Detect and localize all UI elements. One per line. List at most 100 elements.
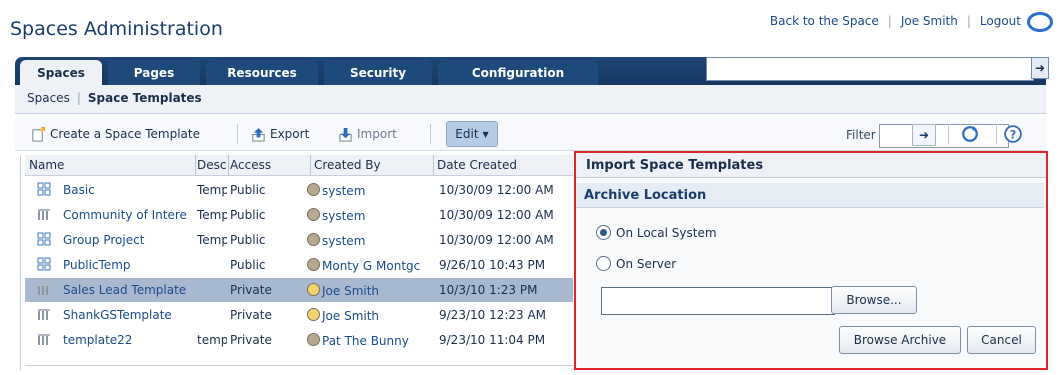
column-header-access[interactable]: Access	[230, 158, 271, 172]
column-divider[interactable]	[310, 155, 311, 175]
logout-link[interactable]: Logout	[980, 14, 1021, 28]
column-header-name[interactable]: Name	[29, 158, 64, 172]
template-name[interactable]: template22	[63, 333, 195, 347]
created-by-link[interactable]: system	[307, 183, 435, 198]
chevron-down-icon: ▼	[482, 129, 489, 139]
created-by-link[interactable]: Pat The Bunny	[307, 333, 435, 348]
date-created: 10/3/10 1:23 PM	[439, 283, 538, 297]
smiley-user-icon	[307, 308, 320, 321]
back-to-space-link[interactable]: Back to the Space	[770, 14, 879, 28]
column-header-desc[interactable]: Desc	[197, 158, 229, 172]
template-bars-icon	[38, 209, 50, 220]
edit-label: Edit	[455, 127, 479, 141]
create-template-icon	[32, 126, 46, 142]
template-grid-icon	[37, 257, 51, 271]
template-access: Public	[230, 183, 266, 197]
tab-resources[interactable]: Resources	[206, 60, 318, 85]
created-by-name: Pat The Bunny	[322, 334, 409, 348]
breadcrumb-divider: |	[76, 91, 81, 105]
browse-button[interactable]: Browse...	[831, 286, 917, 314]
breadcrumb: Spaces | Space Templates	[27, 91, 202, 105]
radio-local-label: On Local System	[616, 225, 717, 240]
group-user-icon	[307, 208, 320, 221]
tab-spaces[interactable]: Spaces	[20, 60, 102, 85]
created-by-name: system	[322, 184, 366, 198]
arrow-right-icon: ➜	[1034, 61, 1046, 75]
toolbar-separator	[430, 124, 431, 144]
created-by-name: Monty G Montgc	[322, 259, 421, 273]
filter-input[interactable]	[879, 124, 1009, 148]
template-bars-icon	[38, 309, 50, 320]
date-created: 9/23/10 11:04 PM	[439, 333, 546, 347]
date-created: 10/30/09 12:00 AM	[439, 233, 554, 247]
template-desc: temp	[197, 333, 227, 347]
user-name-link[interactable]: Joe Smith	[901, 14, 958, 28]
template-desc: Temp	[197, 208, 227, 222]
tab-pages[interactable]: Pages	[108, 60, 200, 85]
template-bars-icon	[38, 334, 50, 345]
column-divider[interactable]	[433, 155, 434, 175]
radio-on-server[interactable]: On Server	[596, 256, 676, 271]
created-by-link[interactable]: Joe Smith	[307, 283, 435, 298]
template-name[interactable]: Sales Lead Template	[63, 283, 195, 297]
column-header-date-created[interactable]: Date Created	[437, 158, 517, 172]
date-created: 10/30/09 12:00 AM	[439, 183, 554, 197]
help-button[interactable]: ?	[1004, 124, 1026, 144]
group-user-icon	[307, 333, 320, 346]
created-by-link[interactable]: Joe Smith	[307, 308, 435, 323]
svg-text:?: ?	[1010, 129, 1017, 142]
radio-unselected-icon	[596, 256, 611, 271]
created-by-name: system	[322, 234, 366, 248]
filter-go-button[interactable]: ➜	[912, 124, 936, 146]
template-desc: Temp	[197, 183, 227, 197]
created-by-name: system	[322, 209, 366, 223]
radio-local-system[interactable]: On Local System	[596, 225, 717, 240]
archive-location-section: Archive Location	[576, 183, 1044, 208]
top-links: Back to the Space | Joe Smith | Logout	[770, 14, 1021, 28]
toolbar-separator	[996, 124, 997, 144]
template-access: Private	[230, 333, 272, 347]
tab-configuration[interactable]: Configuration	[438, 60, 598, 85]
group-user-icon	[307, 258, 320, 271]
edit-menu-button[interactable]: Edit ▼	[446, 121, 498, 147]
created-by-link[interactable]: Monty G Montgc	[307, 258, 435, 273]
radio-server-label: On Server	[616, 256, 677, 271]
table-left-border	[20, 155, 21, 370]
page-title: Spaces Administration	[10, 18, 223, 40]
nav-search-input[interactable]	[706, 57, 1034, 81]
create-template-label: Create a Space Template	[50, 127, 200, 141]
template-name[interactable]: ShankGSTemplate	[63, 308, 195, 322]
create-template-button[interactable]: Create a Space Template	[31, 124, 200, 144]
template-name[interactable]: Basic	[63, 183, 195, 197]
archive-file-input[interactable]	[601, 287, 835, 315]
nav-search-go-button[interactable]: ➜	[1031, 57, 1049, 79]
import-button[interactable]: Import	[338, 124, 397, 144]
refresh-button[interactable]	[961, 124, 983, 144]
cancel-button[interactable]: Cancel	[967, 326, 1036, 354]
created-by-link[interactable]: system	[307, 233, 435, 248]
template-name[interactable]: Group Project	[63, 233, 195, 247]
date-created: 9/23/10 12:23 AM	[439, 308, 547, 322]
arrow-right-icon: ➜	[918, 128, 930, 142]
export-button[interactable]: Export	[251, 124, 309, 144]
browse-archive-button[interactable]: Browse Archive	[839, 326, 961, 354]
breadcrumb-current: Space Templates	[87, 91, 202, 105]
created-by-link[interactable]: system	[307, 208, 435, 223]
column-divider[interactable]	[228, 155, 229, 175]
template-desc: Temp	[197, 233, 227, 247]
section-title: Archive Location	[584, 188, 707, 203]
export-icon	[252, 127, 265, 142]
template-name[interactable]: PublicTemp	[63, 258, 195, 272]
column-header-created-by[interactable]: Created By	[314, 158, 381, 172]
refresh-icon	[962, 126, 978, 142]
radio-selected-icon	[596, 225, 611, 240]
smiley-user-icon	[307, 283, 320, 296]
column-divider[interactable]	[195, 155, 196, 175]
group-user-icon	[307, 183, 320, 196]
template-access: Public	[230, 258, 266, 272]
tab-security[interactable]: Security	[324, 60, 432, 85]
template-name[interactable]: Community of Intere	[63, 208, 195, 222]
breadcrumb-spaces[interactable]: Spaces	[27, 91, 70, 105]
template-access: Public	[230, 233, 266, 247]
template-access: Private	[230, 283, 272, 297]
